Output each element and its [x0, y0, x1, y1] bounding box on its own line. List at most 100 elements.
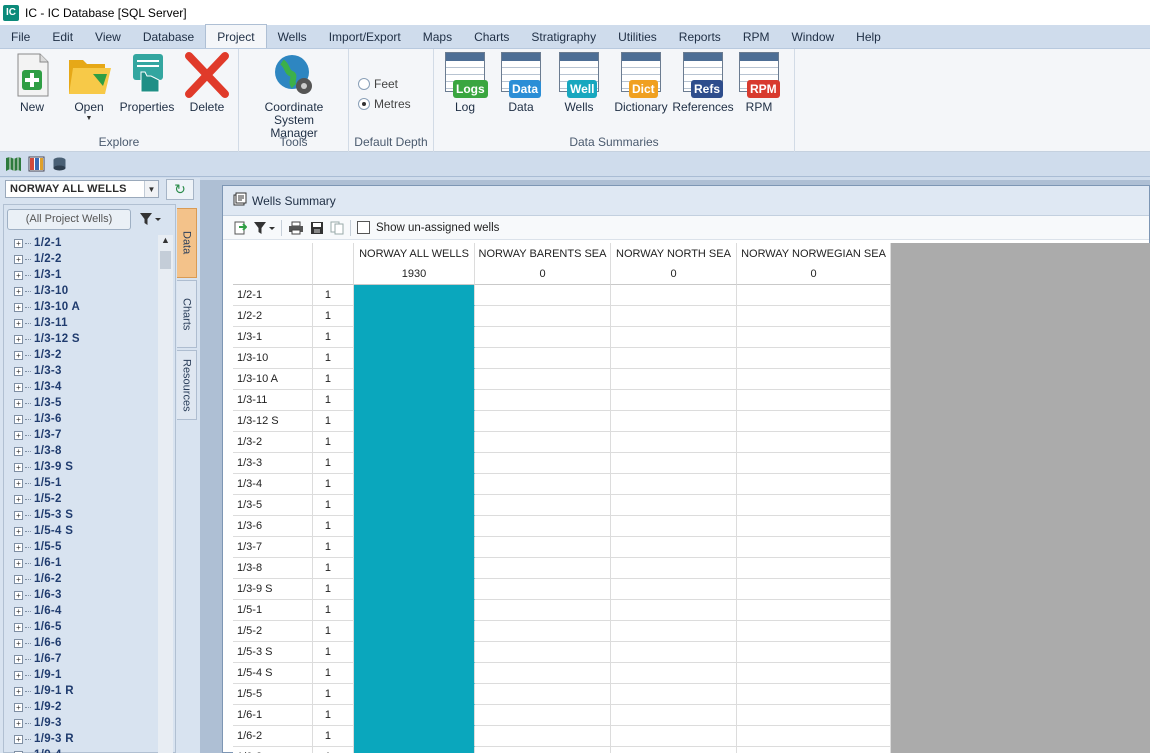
- membership-cell[interactable]: [475, 516, 611, 537]
- table-row[interactable]: 1/3-6 1: [233, 516, 891, 537]
- menu-item-project[interactable]: Project: [205, 24, 267, 48]
- open-dropdown-caret-icon[interactable]: ▼: [86, 115, 93, 122]
- tree-item[interactable]: +1/6-7: [14, 651, 162, 667]
- membership-cell[interactable]: [354, 327, 475, 348]
- membership-cell[interactable]: [611, 537, 737, 558]
- membership-cell[interactable]: [475, 432, 611, 453]
- membership-cell[interactable]: [475, 285, 611, 306]
- membership-cell[interactable]: [737, 306, 891, 327]
- expand-plus-icon[interactable]: +: [14, 446, 23, 456]
- membership-cell[interactable]: [354, 495, 475, 516]
- membership-cell[interactable]: [354, 369, 475, 390]
- membership-cell[interactable]: [354, 684, 475, 705]
- rpm-summary-button[interactable]: RPM RPM: [736, 52, 782, 114]
- membership-cell[interactable]: [354, 600, 475, 621]
- tree-item[interactable]: +1/3-1: [14, 267, 162, 283]
- membership-cell[interactable]: [611, 390, 737, 411]
- membership-cell[interactable]: [611, 558, 737, 579]
- filter-dropdown-icon[interactable]: [253, 221, 275, 235]
- tree-item[interactable]: +1/9-1 R: [14, 683, 162, 699]
- tree-item[interactable]: +1/3-4: [14, 379, 162, 395]
- tree-item[interactable]: +1/9-2: [14, 699, 162, 715]
- membership-cell[interactable]: [737, 348, 891, 369]
- expand-plus-icon[interactable]: +: [14, 398, 23, 408]
- tree-item[interactable]: +1/5-1: [14, 475, 162, 491]
- column-header[interactable]: NORWAY BARENTS SEA: [475, 243, 611, 264]
- copy-icon[interactable]: [330, 221, 344, 235]
- membership-cell[interactable]: [475, 642, 611, 663]
- column-header[interactable]: NORWAY ALL WELLS: [354, 243, 475, 264]
- membership-cell[interactable]: [475, 537, 611, 558]
- expand-plus-icon[interactable]: +: [14, 526, 23, 536]
- tree-item[interactable]: +1/6-3: [14, 587, 162, 603]
- membership-cell[interactable]: [475, 705, 611, 726]
- expand-plus-icon[interactable]: +: [14, 414, 23, 424]
- tree-item[interactable]: +1/5-4 S: [14, 523, 162, 539]
- tree-item[interactable]: +1/3-12 S: [14, 331, 162, 347]
- tree-item[interactable]: +1/3-7: [14, 427, 162, 443]
- expand-plus-icon[interactable]: +: [14, 366, 23, 376]
- membership-cell[interactable]: [475, 495, 611, 516]
- membership-cell[interactable]: [475, 369, 611, 390]
- membership-cell[interactable]: [737, 285, 891, 306]
- membership-cell[interactable]: [737, 495, 891, 516]
- expand-plus-icon[interactable]: +: [14, 334, 23, 344]
- tree-item[interactable]: +1/5-2: [14, 491, 162, 507]
- tree-item[interactable]: +1/9-3 R: [14, 731, 162, 747]
- new-button[interactable]: New: [9, 52, 55, 114]
- membership-cell[interactable]: [475, 558, 611, 579]
- expand-plus-icon[interactable]: +: [14, 542, 23, 552]
- table-row[interactable]: 1/5-3 S1: [233, 642, 891, 663]
- membership-cell[interactable]: [354, 516, 475, 537]
- menu-item-reports[interactable]: Reports: [668, 25, 732, 48]
- table-row[interactable]: 1/5-5 1: [233, 684, 891, 705]
- project-wells-filter-input[interactable]: (All Project Wells): [7, 208, 131, 230]
- membership-cell[interactable]: [475, 390, 611, 411]
- properties-button[interactable]: Properties: [119, 52, 175, 114]
- feet-radio-row[interactable]: Feet: [358, 77, 398, 91]
- membership-cell[interactable]: [475, 621, 611, 642]
- tree-item[interactable]: +1/9-1: [14, 667, 162, 683]
- scroll-up-icon[interactable]: ▲: [158, 235, 173, 249]
- membership-cell[interactable]: [737, 474, 891, 495]
- expand-plus-icon[interactable]: +: [14, 430, 23, 440]
- membership-cell[interactable]: [737, 684, 891, 705]
- export-icon[interactable]: [233, 221, 247, 235]
- membership-cell[interactable]: [611, 327, 737, 348]
- expand-plus-icon[interactable]: +: [14, 382, 23, 392]
- tree-item[interactable]: +1/3-2: [14, 347, 162, 363]
- membership-cell[interactable]: [611, 453, 737, 474]
- data-summary-button[interactable]: Data Data: [497, 52, 545, 114]
- membership-cell[interactable]: [737, 390, 891, 411]
- membership-cell[interactable]: [611, 705, 737, 726]
- membership-cell[interactable]: [611, 747, 737, 753]
- expand-plus-icon[interactable]: +: [14, 686, 23, 696]
- membership-cell[interactable]: [354, 390, 475, 411]
- expand-plus-icon[interactable]: +: [14, 286, 23, 296]
- membership-cell[interactable]: [737, 537, 891, 558]
- metres-radio-row[interactable]: Metres: [358, 97, 411, 111]
- expand-plus-icon[interactable]: +: [14, 702, 23, 712]
- metres-radio[interactable]: [358, 98, 370, 110]
- expand-plus-icon[interactable]: +: [14, 622, 23, 632]
- table-row[interactable]: 1/3-9 S1: [233, 579, 891, 600]
- expand-plus-icon[interactable]: +: [14, 318, 23, 328]
- chevron-down-icon[interactable]: ▼: [144, 181, 158, 197]
- membership-cell[interactable]: [611, 285, 737, 306]
- stratigraphy-chart-icon[interactable]: [28, 156, 45, 172]
- table-row[interactable]: 1/2-1 1: [233, 285, 891, 306]
- save-icon[interactable]: [310, 221, 324, 235]
- open-button[interactable]: Open ▼: [66, 52, 112, 122]
- log-summary-button[interactable]: Logs Log: [442, 52, 488, 114]
- menu-item-view[interactable]: View: [84, 25, 132, 48]
- table-row[interactable]: 1/3-4 1: [233, 474, 891, 495]
- tree-item[interactable]: +1/6-2: [14, 571, 162, 587]
- membership-cell[interactable]: [611, 663, 737, 684]
- menu-item-stratigraphy[interactable]: Stratigraphy: [520, 25, 607, 48]
- membership-cell[interactable]: [475, 726, 611, 747]
- menu-item-help[interactable]: Help: [845, 25, 892, 48]
- membership-cell[interactable]: [354, 642, 475, 663]
- tree-item[interactable]: +1/5-3 S: [14, 507, 162, 523]
- tree-item[interactable]: +1/9-4: [14, 747, 162, 753]
- tab-charts[interactable]: Charts: [177, 280, 197, 348]
